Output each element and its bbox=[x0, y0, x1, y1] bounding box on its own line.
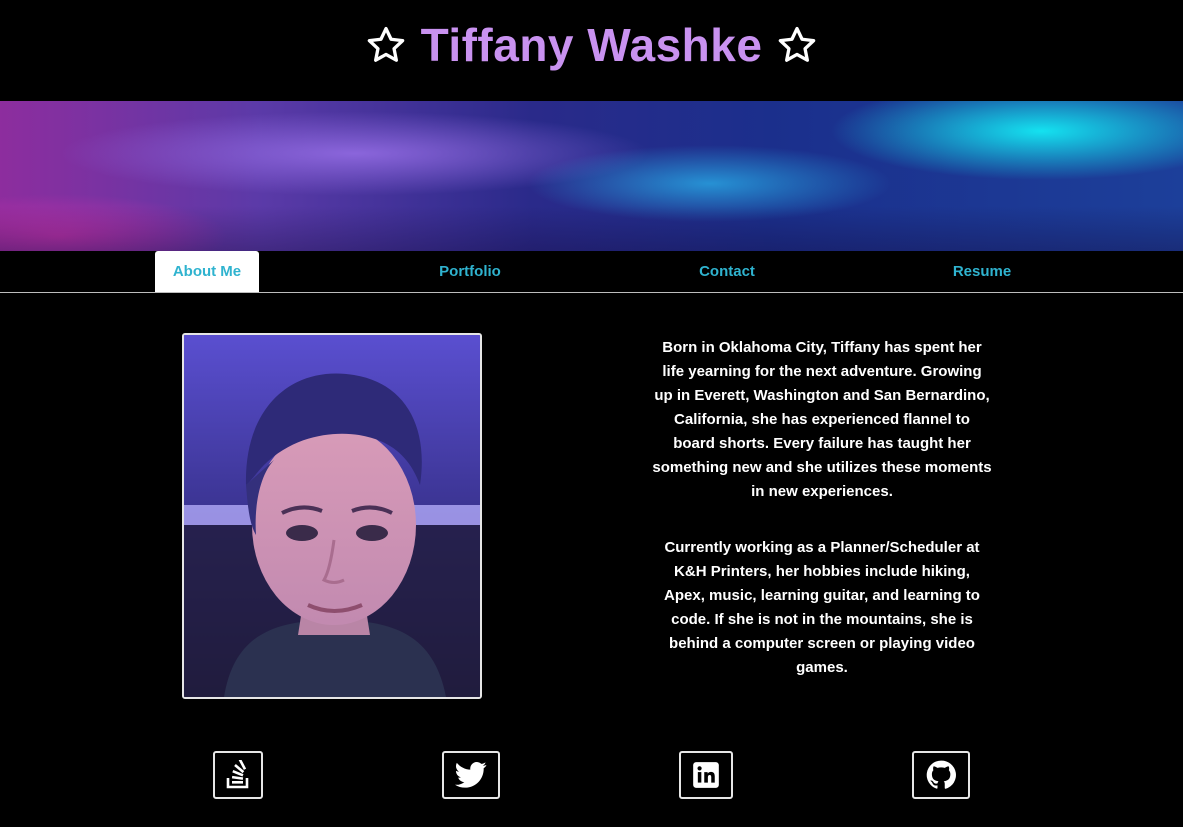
profile-photo bbox=[182, 333, 482, 699]
twitter-icon bbox=[455, 761, 487, 789]
tab-about-me[interactable]: About Me bbox=[155, 251, 259, 292]
site-header: Tiffany Washke bbox=[0, 0, 1183, 101]
star-outline-icon bbox=[365, 24, 407, 66]
main-nav: About Me Portfolio Contact Resume bbox=[0, 251, 1183, 293]
github-button[interactable] bbox=[912, 751, 970, 799]
bio-text: Born in Oklahoma City, Tiffany has spent… bbox=[652, 336, 992, 712]
tab-portfolio[interactable]: Portfolio bbox=[420, 251, 520, 292]
bio-paragraph-1: Born in Oklahoma City, Tiffany has spent… bbox=[652, 339, 992, 500]
linkedin-button[interactable] bbox=[679, 751, 733, 799]
title-wrap: Tiffany Washke bbox=[365, 18, 819, 72]
twitter-button[interactable] bbox=[442, 751, 500, 799]
tab-contact[interactable]: Contact bbox=[680, 251, 774, 292]
github-icon bbox=[926, 760, 956, 790]
hero-banner bbox=[0, 101, 1183, 251]
bio-paragraph-2: Currently working as a Planner/Scheduler… bbox=[664, 539, 980, 676]
tab-resume[interactable]: Resume bbox=[935, 251, 1029, 292]
linkedin-icon bbox=[692, 761, 720, 789]
stack-overflow-button[interactable] bbox=[213, 751, 263, 799]
site-title: Tiffany Washke bbox=[420, 18, 763, 71]
star-outline-icon bbox=[776, 24, 818, 66]
stack-overflow-icon bbox=[225, 760, 251, 790]
